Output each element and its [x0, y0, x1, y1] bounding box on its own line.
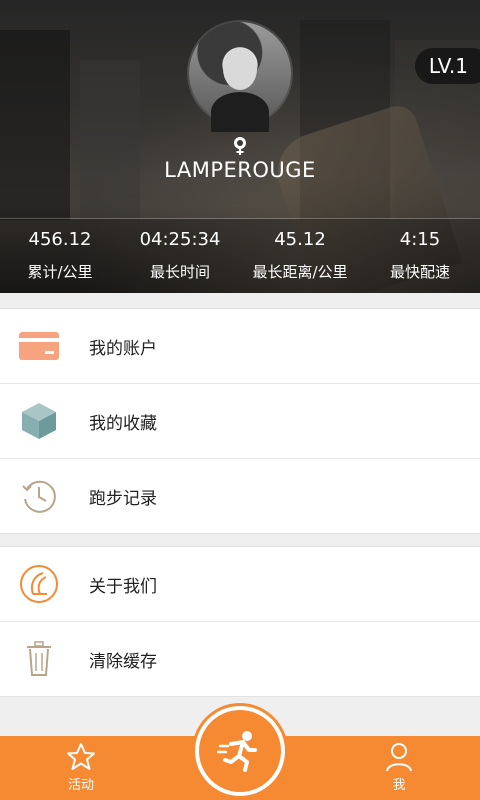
history-clock-icon	[22, 480, 56, 513]
stat-value: 456.12	[28, 229, 92, 250]
menu-item-label: 我的账户	[89, 338, 157, 359]
stat-total-distance: 456.12 累计/公里	[0, 219, 120, 293]
stat-label: 最长距离/公里	[252, 263, 348, 281]
stat-longest-time: 04:25:34 最长时间	[120, 219, 240, 293]
menu-item-label: 清除缓存	[89, 651, 157, 672]
menu-item-clear-cache[interactable]: 清除缓存	[0, 621, 480, 696]
runner-icon	[217, 731, 257, 772]
stat-label: 最长时间	[149, 263, 210, 281]
avatar[interactable]	[189, 22, 291, 132]
menu-item-label: 我的收藏	[89, 413, 157, 434]
menu-item-about-us[interactable]: 关于我们	[0, 547, 480, 621]
stats-bar: 456.12 累计/公里 04:25:34 最长时间 45.12 最长距离/公里…	[0, 219, 480, 293]
stat-value: 04:25:34	[139, 229, 221, 250]
stat-value: 4:15	[399, 229, 441, 250]
menu-item-run-history[interactable]: 跑步记录	[0, 458, 480, 533]
about-logo-icon	[20, 565, 58, 603]
cube-icon	[22, 403, 56, 439]
tab-me[interactable]: 我	[354, 736, 444, 800]
stat-label: 累计/公里	[27, 263, 93, 281]
start-run-button[interactable]	[195, 706, 285, 796]
menu-item-label: 跑步记录	[89, 488, 157, 509]
profile-header: LV.1 LAMPEROUGE 456.12 累计/公里 04:25:34 最长…	[0, 0, 480, 293]
tab-label: 活动	[67, 778, 94, 793]
tab-activity[interactable]: 活动	[36, 736, 126, 800]
stat-longest-distance: 45.12 最长距离/公里	[240, 219, 360, 293]
menu-group-account: 我的账户 我的收藏 跑步记录	[0, 308, 480, 534]
trash-icon	[27, 641, 51, 676]
star-icon	[67, 743, 95, 770]
menu-item-my-account[interactable]: 我的账户	[0, 309, 480, 383]
level-badge: LV.1	[414, 48, 480, 84]
wallet-card-icon	[19, 332, 59, 360]
menu-item-label: 关于我们	[89, 576, 157, 597]
stat-label: 最快配速	[389, 263, 450, 281]
menu-group-settings: 关于我们 清除缓存	[0, 546, 480, 697]
user-icon	[386, 743, 412, 772]
stat-fastest-pace: 4:15 最快配速	[360, 219, 480, 293]
menu-item-favorites[interactable]: 我的收藏	[0, 383, 480, 458]
stat-value: 45.12	[274, 229, 326, 250]
tab-label: 我	[392, 778, 406, 793]
female-icon	[234, 137, 246, 155]
username: LAMPEROUGE	[164, 158, 316, 182]
